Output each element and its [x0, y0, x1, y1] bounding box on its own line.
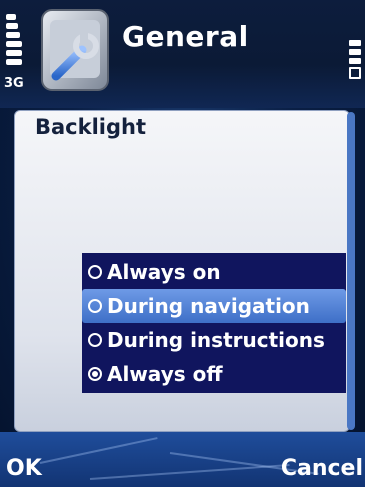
option-during-navigation[interactable]: During navigation — [82, 289, 346, 323]
radio-button-icon — [88, 265, 102, 279]
option-during-instructions[interactable]: During instructions — [82, 323, 346, 357]
scrollbar[interactable] — [347, 112, 355, 430]
setting-label: Backlight — [35, 115, 147, 139]
battery-icon — [349, 40, 361, 90]
option-label: Always off — [107, 362, 223, 386]
option-label: During instructions — [107, 328, 325, 352]
settings-tools-icon — [41, 9, 109, 91]
option-always-off[interactable]: Always off — [82, 357, 346, 391]
title-bar: 3G General — [0, 0, 365, 108]
radio-button-icon — [88, 299, 102, 313]
option-label: During navigation — [107, 294, 310, 318]
option-always-on[interactable]: Always on — [82, 255, 346, 289]
ok-softkey[interactable]: OK — [6, 456, 42, 481]
options-list: Always on During navigation During instr… — [82, 253, 346, 393]
option-label: Always on — [107, 260, 221, 284]
page-title: General — [122, 20, 249, 53]
phone-screen: 3G General Backlight Always on During na… — [0, 0, 365, 487]
radio-button-selected-icon — [88, 367, 102, 381]
cancel-softkey[interactable]: Cancel — [281, 456, 363, 481]
softkey-bar: OK Cancel — [0, 432, 365, 487]
signal-strength-icon — [6, 14, 22, 74]
radio-button-icon — [88, 333, 102, 347]
network-type-label: 3G — [4, 76, 24, 91]
